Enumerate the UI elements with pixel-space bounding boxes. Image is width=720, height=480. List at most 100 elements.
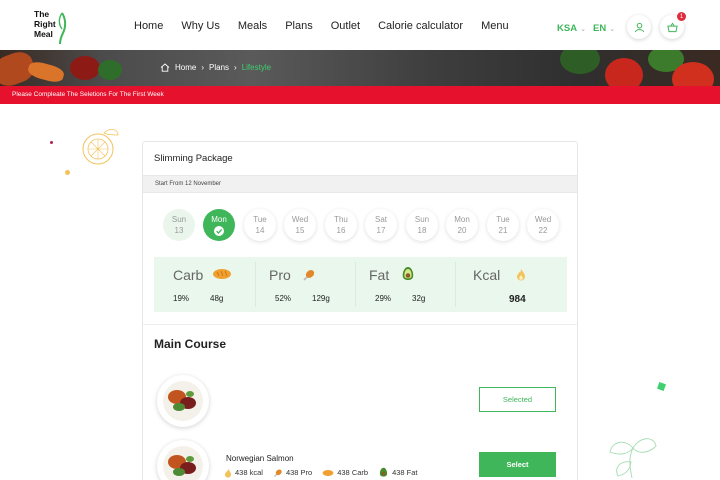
account-button[interactable]: [627, 15, 651, 39]
flame-icon: [517, 269, 525, 281]
chevron-down-icon: ⌄: [609, 25, 616, 33]
meal-image[interactable]: [157, 375, 209, 427]
day-name: Wed: [534, 215, 552, 224]
decoration-dot: [65, 170, 70, 175]
macro-fat-name: Fat: [369, 267, 390, 283]
day-wed-15[interactable]: Wed 15: [284, 209, 316, 241]
macro-kcal-value: 984: [509, 294, 526, 305]
meal-plate-image: [163, 381, 203, 421]
fork-leaf-icon: [58, 12, 67, 45]
macro-divider: [255, 262, 256, 307]
logo[interactable]: The Right Meal: [34, 9, 68, 45]
package-title: Slimming Package: [154, 153, 233, 164]
macro-carb-grams: 48g: [210, 294, 224, 303]
meal-kcal: 438 kcal: [224, 468, 263, 478]
meal-fat: 438 Fat: [378, 467, 418, 478]
start-date-row: Start From 12 November: [143, 175, 577, 193]
macro-fat-percent: 29%: [375, 294, 392, 303]
breadcrumb-home[interactable]: Home: [175, 63, 196, 72]
day-mon-selected[interactable]: Mon: [203, 209, 235, 241]
header: The Right Meal Home Why Us Meals Plans O…: [0, 0, 720, 50]
day-date: 13: [174, 226, 184, 235]
basket-icon: [666, 21, 678, 32]
day-name: Wed: [291, 215, 309, 224]
day-date: 16: [336, 226, 346, 235]
meal-image[interactable]: [157, 440, 209, 480]
macro-fat: Fat 29% 32g: [367, 257, 457, 312]
day-wed-22[interactable]: Wed 22: [527, 209, 559, 241]
day-date: 17: [376, 226, 386, 235]
macro-fat-grams: 32g: [412, 294, 426, 303]
language-selector[interactable]: EN ⌄: [593, 23, 615, 34]
nav-menu[interactable]: Menu: [481, 20, 509, 32]
day-name: Sun: [171, 215, 187, 224]
flame-icon: [224, 468, 232, 478]
meal-pro: 438 Pro: [273, 468, 312, 478]
cart-button[interactable]: 1: [660, 12, 686, 39]
day-name: Sat: [374, 215, 387, 224]
decoration-square: [657, 382, 666, 391]
day-name: Tue: [253, 215, 267, 224]
avocado-icon: [402, 267, 414, 280]
banner-decoration: [605, 58, 643, 86]
meal-name: Norwegian Salmon: [226, 454, 294, 463]
macro-pro-grams: 129g: [312, 294, 330, 303]
banner-decoration: [98, 60, 122, 80]
day-name: Tue: [496, 215, 510, 224]
drumstick-icon: [303, 270, 315, 281]
logo-line-3: Meal: [34, 29, 53, 39]
logo-line-1: The: [34, 9, 50, 19]
macro-divider: [455, 262, 456, 307]
bread-icon: [213, 269, 231, 279]
day-date: 20: [457, 226, 467, 235]
day-tue-14[interactable]: Tue 14: [244, 209, 276, 241]
lemon-sketch-icon: [82, 129, 119, 165]
macro-pro-name: Pro: [269, 267, 291, 283]
day-tue-21[interactable]: Tue 21: [487, 209, 519, 241]
day-sat-17[interactable]: Sat 17: [365, 209, 397, 241]
day-name: Mon: [211, 215, 227, 224]
macro-kcal: Kcal 984: [467, 257, 567, 312]
nav-outlet[interactable]: Outlet: [331, 20, 360, 32]
meal-fat-value: 438 Fat: [392, 468, 418, 477]
user-icon: [634, 22, 644, 32]
day-date: 18: [417, 226, 427, 235]
bread-icon: [322, 469, 334, 476]
macro-carb: Carb 19% 48g: [165, 257, 255, 312]
day-mon-20[interactable]: Mon 20: [446, 209, 478, 241]
nav-calorie-calculator[interactable]: Calorie calculator: [378, 20, 463, 32]
banner-decoration: [26, 59, 66, 85]
breadcrumb-current: Lifestyle: [241, 63, 272, 72]
nav-why-us[interactable]: Why Us: [181, 20, 220, 32]
day-name: Mon: [454, 215, 470, 224]
breadcrumb-separator: ›: [234, 63, 237, 72]
decoration-dot: [50, 141, 53, 144]
region-label: KSA: [557, 23, 578, 34]
drumstick-icon: [273, 468, 282, 477]
day-sun-18[interactable]: Sun 18: [406, 209, 438, 241]
day-date: 22: [538, 226, 548, 235]
nav-meals[interactable]: Meals: [238, 20, 267, 32]
macro-carb-percent: 19%: [173, 294, 190, 303]
home-icon[interactable]: [160, 63, 170, 72]
meal-carb: 438 Carb: [322, 468, 368, 477]
region-selector[interactable]: KSA ⌄: [557, 23, 586, 34]
day-selector: Sun 13 Mon Tue 14 Wed 15 Thu 16 Sat 17 S…: [163, 209, 563, 245]
selected-button[interactable]: Selected: [479, 387, 556, 412]
select-button[interactable]: Select: [479, 452, 556, 477]
language-label: EN: [593, 23, 607, 34]
nav-home[interactable]: Home: [134, 20, 163, 32]
meal-item-1: Selected: [143, 375, 577, 435]
day-name: Sun: [414, 215, 430, 224]
banner-decoration: [70, 56, 100, 80]
breadcrumb-plans[interactable]: Plans: [209, 63, 229, 72]
cart-count-badge: 1: [677, 12, 686, 21]
nav-plans[interactable]: Plans: [285, 20, 313, 32]
macro-carb-name: Carb: [173, 267, 204, 283]
logo-line-2: Right: [34, 19, 56, 29]
day-sun-13[interactable]: Sun 13: [163, 209, 195, 241]
hero-banner: Home › Plans › Lifestyle: [0, 50, 720, 86]
day-thu-16[interactable]: Thu 16: [325, 209, 357, 241]
alert-strip: Please Compleate The Seletions For The F…: [0, 86, 720, 104]
main-nav: Home Why Us Meals Plans Outlet Calorie c…: [134, 20, 527, 32]
